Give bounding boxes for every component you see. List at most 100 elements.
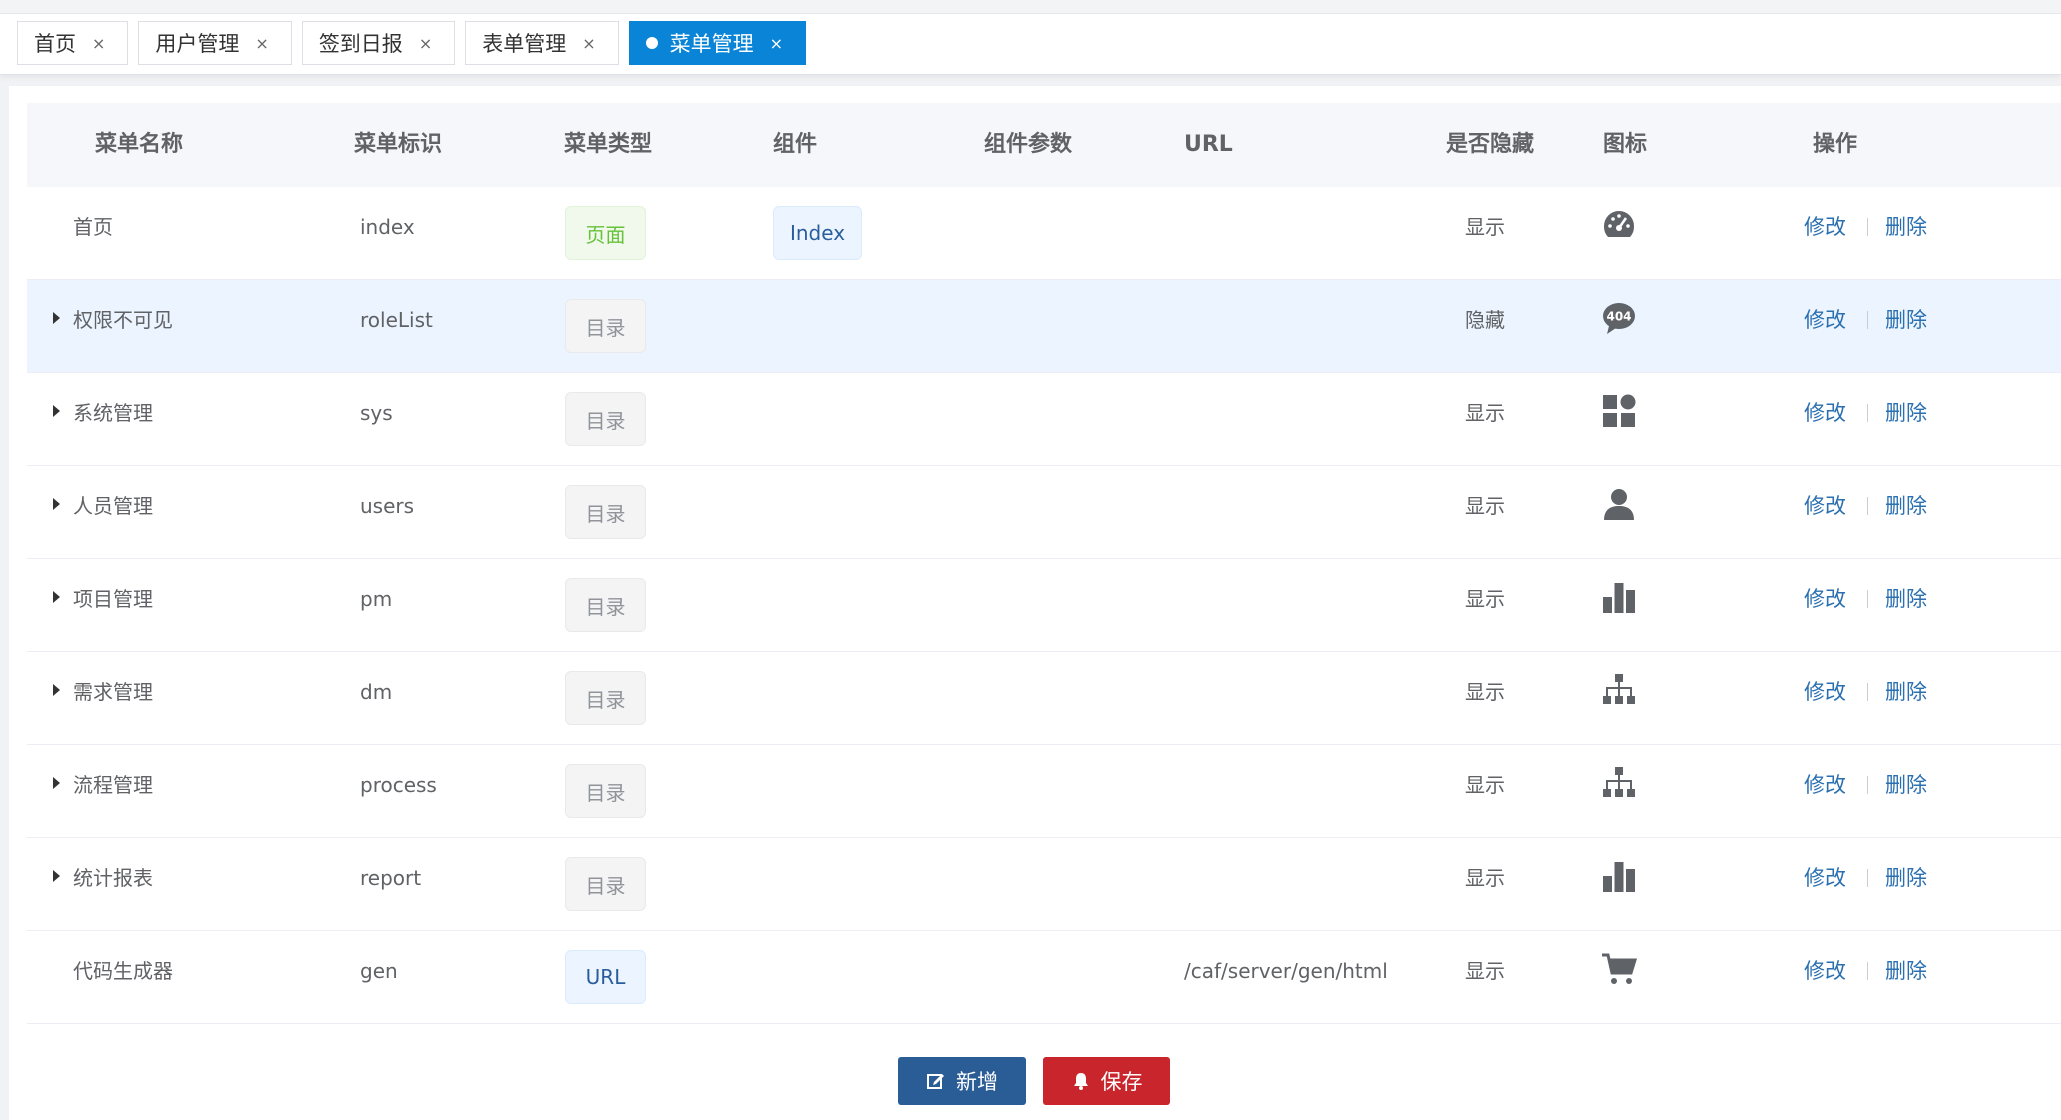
menu-type-tag: 目录 bbox=[565, 299, 646, 353]
edit-link[interactable]: 修改 bbox=[1804, 280, 1846, 360]
expand-arrow-icon[interactable] bbox=[53, 591, 60, 603]
header-url: URL bbox=[1184, 132, 1233, 157]
delete-link[interactable]: 删除 bbox=[1885, 280, 1927, 360]
menu-key: dm bbox=[360, 680, 393, 704]
table-row[interactable]: 权限不可见 roleList 目录 隐藏 404 修改 删除 bbox=[27, 280, 2061, 373]
delete-link[interactable]: 删除 bbox=[1885, 187, 1927, 267]
table-header: 菜单名称 菜单标识 菜单类型 组件 组件参数 URL 是否隐藏 图标 操作 bbox=[27, 103, 2061, 187]
menu-type-tag: 页面 bbox=[565, 206, 646, 260]
user-icon bbox=[1601, 486, 1637, 522]
menu-type-tag: 目录 bbox=[565, 392, 646, 446]
action-separator bbox=[1867, 404, 1868, 422]
close-icon[interactable]: × bbox=[770, 34, 783, 53]
menu-type-tag: 目录 bbox=[565, 485, 646, 539]
menu-name: 首页 bbox=[73, 215, 113, 239]
tab-menu-management[interactable]: 菜单管理 × bbox=[628, 21, 807, 65]
delete-link[interactable]: 删除 bbox=[1885, 931, 1927, 1011]
header-hidden: 是否隐藏 bbox=[1446, 132, 1535, 157]
menu-name: 项目管理 bbox=[73, 587, 153, 611]
expand-arrow-icon[interactable] bbox=[53, 405, 60, 417]
delete-link[interactable]: 删除 bbox=[1885, 466, 1927, 546]
table-row[interactable]: 项目管理 pm 目录 显示 修改 删除 bbox=[27, 559, 2061, 652]
menu-key: index bbox=[360, 215, 415, 239]
header-menu-key: 菜单标识 bbox=[354, 132, 443, 157]
edit-link[interactable]: 修改 bbox=[1804, 373, 1846, 453]
widgets-icon bbox=[1601, 393, 1637, 429]
tab-form-management[interactable]: 表单管理 × bbox=[465, 21, 619, 65]
add-button-label: 新增 bbox=[956, 1070, 998, 1094]
save-button-label: 保存 bbox=[1100, 1070, 1143, 1094]
table-body: 首页 index 页面 Index 显示 修改 删除 权限不可见 roleList 目录 隐藏 404… bbox=[27, 187, 2061, 1024]
menu-type-tag: URL bbox=[565, 950, 646, 1004]
hidden-status: 显示 bbox=[1465, 866, 1505, 890]
delete-link[interactable]: 删除 bbox=[1885, 373, 1927, 453]
table-row[interactable]: 统计报表 report 目录 显示 修改 删除 bbox=[27, 838, 2061, 931]
delete-link[interactable]: 删除 bbox=[1885, 745, 1927, 825]
expand-arrow-icon[interactable] bbox=[53, 777, 60, 789]
add-button[interactable]: 新增 bbox=[898, 1057, 1026, 1105]
hidden-status: 显示 bbox=[1465, 215, 1505, 239]
top-strip bbox=[0, 0, 2061, 14]
404-icon: 404 bbox=[1601, 300, 1637, 336]
tab-user-management[interactable]: 用户管理 × bbox=[138, 21, 292, 65]
menu-type-tag: 目录 bbox=[565, 857, 646, 911]
table-row[interactable]: 流程管理 process 目录 显示 修改 删除 bbox=[27, 745, 2061, 838]
bell-icon bbox=[1073, 1073, 1088, 1090]
tab-label: 首页 bbox=[34, 32, 76, 56]
menu-name: 系统管理 bbox=[73, 401, 153, 425]
edit-link[interactable]: 修改 bbox=[1804, 466, 1846, 546]
expand-arrow-icon[interactable] bbox=[53, 498, 60, 510]
tab-bar: 首页 × 用户管理 × 签到日报 × 表单管理 × 菜单管理 × bbox=[0, 0, 2061, 75]
active-dot-icon bbox=[645, 37, 658, 49]
edit-link[interactable]: 修改 bbox=[1804, 559, 1846, 639]
close-icon[interactable]: × bbox=[92, 34, 105, 53]
expand-arrow-icon[interactable] bbox=[53, 684, 60, 696]
action-separator bbox=[1867, 497, 1868, 515]
menu-name: 流程管理 bbox=[73, 773, 153, 797]
action-separator bbox=[1867, 590, 1868, 608]
header-menu-type: 菜单类型 bbox=[564, 132, 653, 157]
tab-label: 用户管理 bbox=[155, 32, 240, 56]
cart-icon bbox=[1601, 951, 1638, 987]
table-row[interactable]: 人员管理 users 目录 显示 修改 删除 bbox=[27, 466, 2061, 559]
expand-arrow-icon[interactable] bbox=[53, 870, 60, 882]
edit-link[interactable]: 修改 bbox=[1804, 652, 1846, 732]
hidden-status: 显示 bbox=[1465, 773, 1505, 797]
menu-key: report bbox=[360, 866, 422, 890]
menu-name: 代码生成器 bbox=[73, 959, 173, 983]
menu-key: sys bbox=[360, 401, 393, 425]
menu-key: users bbox=[360, 494, 415, 518]
header-icon: 图标 bbox=[1603, 132, 1648, 157]
delete-link[interactable]: 删除 bbox=[1885, 652, 1927, 732]
table-row[interactable]: 代码生成器 gen URL/caf/server/gen/html 显示 修改 删除 bbox=[27, 931, 2061, 1024]
edit-link[interactable]: 修改 bbox=[1804, 187, 1846, 267]
edit-link[interactable]: 修改 bbox=[1804, 745, 1846, 825]
expand-arrow-icon[interactable] bbox=[53, 312, 60, 324]
edit-link[interactable]: 修改 bbox=[1804, 931, 1846, 1011]
edit-link[interactable]: 修改 bbox=[1804, 838, 1846, 918]
sitemap-icon bbox=[1601, 765, 1637, 801]
tab-home[interactable]: 首页 × bbox=[17, 21, 129, 65]
table-row[interactable]: 首页 index 页面 Index 显示 修改 删除 bbox=[27, 187, 2061, 280]
action-separator bbox=[1867, 962, 1868, 980]
delete-link[interactable]: 删除 bbox=[1885, 559, 1927, 639]
close-icon[interactable]: × bbox=[255, 34, 268, 53]
svg-text:404: 404 bbox=[1606, 310, 1631, 324]
delete-link[interactable]: 删除 bbox=[1885, 838, 1927, 918]
menu-type-tag: 目录 bbox=[565, 671, 646, 725]
tab-label: 表单管理 bbox=[482, 32, 567, 56]
hidden-status: 显示 bbox=[1465, 587, 1505, 611]
save-button[interactable]: 保存 bbox=[1043, 1057, 1170, 1105]
table-row[interactable]: 系统管理 sys 目录 显示 修改 删除 bbox=[27, 373, 2061, 466]
bar-chart-icon bbox=[1601, 579, 1637, 615]
tabs: 首页 × 用户管理 × 签到日报 × 表单管理 × 菜单管理 × bbox=[17, 21, 807, 67]
table-row[interactable]: 需求管理 dm 目录 显示 修改 删除 bbox=[27, 652, 2061, 745]
bar-chart-icon bbox=[1601, 858, 1637, 894]
close-icon[interactable]: × bbox=[419, 34, 432, 53]
menu-name: 权限不可见 bbox=[73, 308, 173, 332]
close-icon[interactable]: × bbox=[582, 34, 595, 53]
action-separator bbox=[1867, 776, 1868, 794]
component-tag: Index bbox=[773, 206, 862, 260]
tab-checkin-report[interactable]: 签到日报 × bbox=[301, 21, 456, 65]
menu-type-tag: 目录 bbox=[565, 764, 646, 818]
